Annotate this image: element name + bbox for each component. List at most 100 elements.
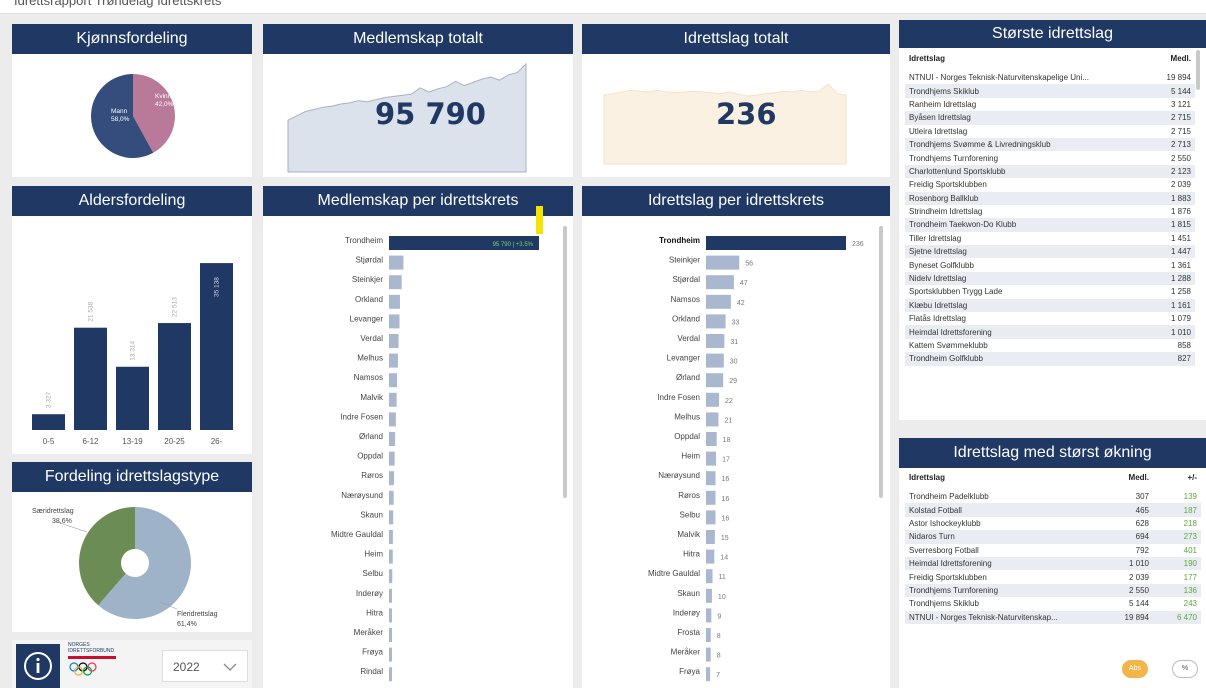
district-bar[interactable] (706, 549, 715, 564)
table-row[interactable]: Charlottenlund Sportsklubb 2 123 (905, 164, 1195, 179)
table-row[interactable]: Trondheim Taekwon-Do Klubb 1 815 (905, 218, 1195, 232)
district-bar[interactable] (706, 275, 734, 290)
district-bar[interactable] (706, 471, 716, 486)
growth-col-change[interactable]: +/- (1153, 470, 1201, 490)
table-row[interactable]: Strindheim Idrettslag 1 876 (905, 205, 1195, 218)
district-value: 16 (721, 476, 729, 483)
district-bar[interactable] (706, 392, 720, 407)
district-bar[interactable] (706, 608, 712, 623)
district-bar[interactable] (706, 490, 716, 505)
table-row[interactable]: Freidig Sportsklubben 2 039 (905, 178, 1195, 191)
district-bar[interactable] (389, 667, 392, 682)
district-bar[interactable] (389, 647, 392, 662)
table-row[interactable]: Trondheim Golfklubb 827 (905, 352, 1195, 366)
table-row[interactable]: Heimdal Idrettsforening 1 010 190 (905, 556, 1201, 571)
district-bar[interactable] (389, 549, 393, 564)
table-row[interactable]: Trondhjems Svømme & Livredningsklub 2 713 (905, 137, 1195, 152)
age-bar[interactable] (74, 327, 107, 430)
toggle-pct-button[interactable]: % (1172, 660, 1198, 678)
members-district-scrollbar[interactable] (563, 226, 567, 498)
table-row[interactable]: Heimdal Idrettsforening 1 010 (905, 325, 1195, 339)
district-bar[interactable] (389, 373, 397, 388)
table-row[interactable]: Byneset Golfklubb 1 361 (905, 258, 1195, 271)
district-bar[interactable] (389, 608, 392, 623)
age-bar[interactable] (32, 414, 65, 430)
table-row[interactable]: Klæbu Idrettslag 1 161 (905, 298, 1195, 313)
district-bar[interactable] (389, 412, 396, 427)
district-bar[interactable] (389, 392, 397, 407)
table-row[interactable]: Astor Ishockeyklubb 628 218 (905, 517, 1201, 530)
district-bar[interactable] (389, 294, 400, 309)
district-bar[interactable] (706, 334, 725, 348)
district-bar[interactable] (706, 667, 711, 682)
clubs-district-bar-chart[interactable]: Trondheim 236 Steinkjer 56 Stjørdal 47 Namsos 4… (582, 216, 890, 688)
district-bar[interactable] (389, 490, 394, 505)
largest-clubs-scrollbar[interactable] (1196, 50, 1200, 90)
district-bar[interactable] (389, 530, 393, 544)
district-bar[interactable] (389, 275, 402, 290)
table-row[interactable]: NTNUI - Norges Teknisk-Naturvitenskap...… (905, 610, 1201, 624)
district-bar[interactable] (706, 294, 731, 309)
table-row[interactable]: Tiller Idrettslag 1 451 (905, 232, 1195, 245)
age-bar[interactable] (158, 323, 191, 430)
district-bar[interactable] (706, 569, 713, 584)
gender-pie-chart[interactable]: Mann58,0% Kvinne42,0% (12, 54, 252, 177)
district-bar[interactable] (706, 588, 712, 603)
district-bar[interactable] (389, 353, 398, 368)
table-row[interactable]: Ranheim Idrettslag 3 121 (905, 98, 1195, 111)
district-bar[interactable] (389, 451, 395, 466)
district-bar[interactable] (389, 628, 392, 642)
table-row[interactable]: Sjetne Idrettslag 1 447 (905, 245, 1195, 259)
table-row[interactable]: Nidelv Idrettslag 1 288 (905, 271, 1195, 286)
year-select[interactable]: 2022 (162, 650, 248, 682)
members-district-bar-chart[interactable]: Trondheim 95 790 | +3.5% Stjørdal Steinkjer… (263, 216, 573, 688)
district-bar[interactable] (706, 432, 717, 446)
district-bar[interactable] (706, 530, 715, 544)
district-bar[interactable] (389, 432, 396, 446)
district-bar[interactable] (706, 255, 740, 270)
district-bar[interactable] (706, 373, 724, 388)
district-bar[interactable] (706, 353, 724, 368)
district-bar[interactable] (389, 510, 394, 525)
district-bar[interactable] (706, 236, 846, 250)
col-header-club[interactable]: Idrettslag (905, 51, 1141, 71)
table-row[interactable]: Kolstad Fotball 465 187 (905, 503, 1201, 517)
toggle-abs-button[interactable]: Abs (1122, 660, 1148, 678)
table-row[interactable]: Trondhjems Turnforening 2 550 (905, 151, 1195, 164)
district-bar[interactable] (706, 412, 719, 427)
table-row[interactable]: Sportsklubben Trygg Lade 1 258 (905, 285, 1195, 298)
clubs-district-scrollbar[interactable] (879, 226, 883, 498)
info-button[interactable] (16, 644, 60, 688)
table-row[interactable]: Nidaros Turn 694 273 (905, 530, 1201, 544)
district-bar[interactable] (389, 314, 400, 329)
district-bar[interactable] (706, 510, 716, 525)
col-header-members[interactable]: Medl. (1141, 51, 1195, 71)
table-row[interactable]: Kattem Svømmeklubb 858 (905, 339, 1195, 352)
club-type-donut[interactable]: Særidrettslag 38,6% Fleridrettslag 61,4% (12, 492, 252, 632)
club-type-title: Fordeling idrettslagstype (12, 462, 252, 492)
district-bar[interactable] (389, 569, 393, 584)
district-bar[interactable] (389, 334, 399, 348)
growth-col-club[interactable]: Idrettslag (905, 470, 1105, 490)
district-bar[interactable] (706, 314, 726, 329)
table-row[interactable]: Trondheim Padelklubb 307 139 (905, 490, 1201, 503)
growth-col-members[interactable]: Medl. (1105, 470, 1153, 490)
district-bar[interactable] (706, 451, 717, 466)
table-row[interactable]: Trondhjems Skiklub 5 144 (905, 84, 1195, 98)
district-bar[interactable] (706, 647, 711, 662)
table-row[interactable]: Trondhjems Turnforening 2 550 136 (905, 583, 1201, 598)
district-bar[interactable] (389, 588, 392, 603)
table-row[interactable]: Byåsen Idrettslag 2 715 (905, 111, 1195, 125)
table-row[interactable]: Utleira Idrettslag 2 715 (905, 125, 1195, 138)
district-bar[interactable] (389, 255, 404, 270)
table-row[interactable]: Flatås Idrettslag 1 079 (905, 312, 1195, 325)
table-row[interactable]: Freidig Sportsklubben 2 039 177 (905, 570, 1201, 583)
district-bar[interactable] (389, 471, 395, 486)
age-bar[interactable] (116, 366, 149, 430)
table-row[interactable]: NTNUI - Norges Teknisk-Naturvitenskapeli… (905, 71, 1195, 84)
district-bar[interactable] (706, 628, 711, 642)
table-row[interactable]: Rosenborg Ballklub 1 883 (905, 191, 1195, 205)
table-row[interactable]: Trondhjems Skiklub 5 144 243 (905, 597, 1201, 610)
table-row[interactable]: Sverresborg Fotball 792 401 (905, 544, 1201, 557)
age-bar-chart[interactable]: 3 327 0-5 21 538 6-12 13 314 13-19 22 513 20-25… (12, 216, 252, 454)
